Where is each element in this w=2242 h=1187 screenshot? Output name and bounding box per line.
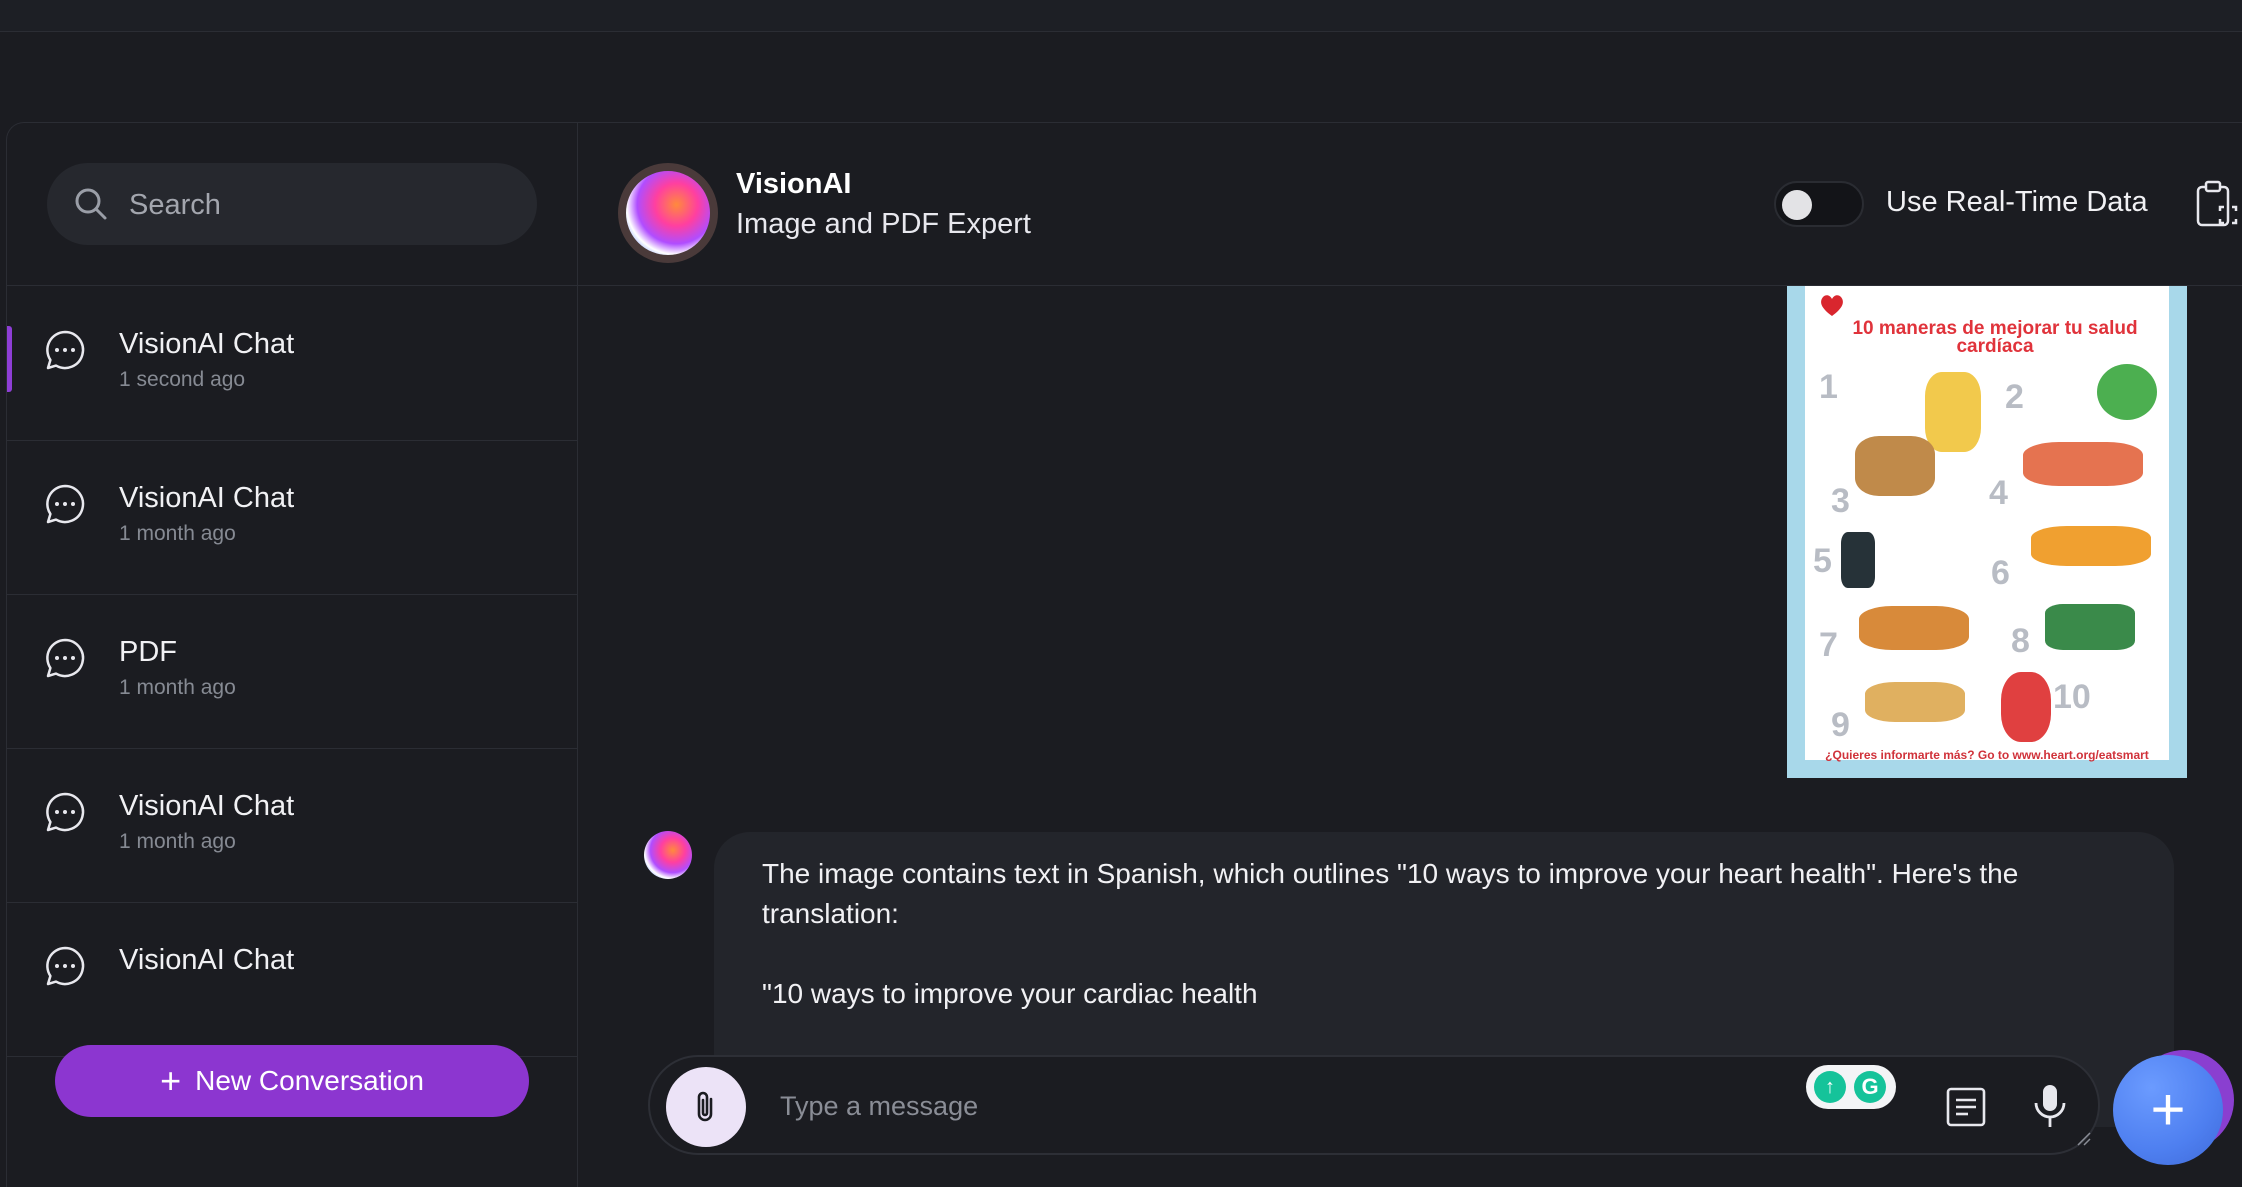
message-text: The image contains text in Spanish, whic… <box>762 858 2019 1009</box>
poster-illustration <box>1841 532 1875 588</box>
poster-illustration <box>2031 526 2151 566</box>
uploaded-image[interactable]: 10 maneras de mejorar tu salud cardíaca … <box>1787 286 2187 778</box>
conversation-item[interactable]: PDF 1 month ago <box>7 594 577 749</box>
search-input[interactable] <box>127 163 521 247</box>
plus-icon: + <box>160 1060 182 1101</box>
plus-icon: + <box>2150 1076 2186 1143</box>
chat-header: VisionAI Image and PDF Expert Use Real-T… <box>578 123 2242 286</box>
poster-illustration <box>1865 682 1965 722</box>
grammarly-widget[interactable]: ↑ G <box>1806 1065 1896 1109</box>
chat-bubble-icon <box>46 638 85 678</box>
chat-bubble-icon <box>46 330 85 370</box>
poster-number: 2 <box>2005 378 2024 416</box>
poster-number: 9 <box>1831 706 1850 744</box>
search-icon <box>75 188 107 220</box>
new-conversation-label: New Conversation <box>195 1065 424 1096</box>
chat-bubble-icon <box>46 484 85 524</box>
conversation-item[interactable]: VisionAI Chat 1 second ago <box>7 286 577 441</box>
assistant-avatar <box>644 831 692 879</box>
grammarly-logo-icon[interactable]: G <box>1854 1071 1886 1103</box>
toggle-knob <box>1782 190 1812 220</box>
chat-bubble-icon <box>46 946 85 986</box>
conversation-title: VisionAI Chat <box>119 944 295 976</box>
realtime-data-label: Use Real-Time Data <box>1886 186 2148 218</box>
conversation-item[interactable]: VisionAI Chat 1 month ago <box>7 748 577 903</box>
conversation-list[interactable]: VisionAI Chat 1 second ago VisionAI Chat… <box>7 286 577 1081</box>
poster-illustration <box>2023 442 2143 486</box>
poster-number: 3 <box>1831 482 1850 520</box>
poster-illustration <box>2097 364 2157 420</box>
poster-number: 8 <box>2011 622 2030 660</box>
conversation-title: PDF <box>119 636 177 668</box>
conversation-time: 1 month ago <box>119 676 236 699</box>
poster-illustration <box>1859 606 1969 650</box>
clipboard-scan-icon[interactable] <box>2194 179 2238 229</box>
message-input[interactable] <box>778 1057 1782 1155</box>
poster-number: 1 <box>1819 368 1838 406</box>
window-top-bar <box>0 0 2242 32</box>
grammarly-suggest-icon[interactable]: ↑ <box>1814 1071 1846 1103</box>
floating-add-button[interactable]: + <box>2113 1055 2223 1165</box>
chat-panel: VisionAI Image and PDF Expert Use Real-T… <box>578 123 2242 1187</box>
attach-button[interactable] <box>666 1067 746 1147</box>
document-icon[interactable] <box>1944 1085 1988 1129</box>
conversation-title: VisionAI Chat <box>119 790 295 822</box>
poster-number: 5 <box>1813 542 1832 580</box>
search-box[interactable] <box>47 163 537 247</box>
conversation-title: VisionAI Chat <box>119 328 295 360</box>
message-composer: ↑ G <box>648 1055 2100 1155</box>
conversation-title: VisionAI Chat <box>119 482 295 514</box>
poster-number: 6 <box>1991 554 2010 592</box>
microphone-icon[interactable] <box>2028 1081 2072 1131</box>
poster-number: 7 <box>1819 626 1838 664</box>
poster-number: 10 <box>2053 678 2091 716</box>
poster-illustration <box>1855 436 1935 496</box>
poster-title: 10 maneras de mejorar tu salud cardíaca <box>1852 318 2138 357</box>
bot-avatar <box>618 163 718 263</box>
poster-illustration <box>2001 672 2051 742</box>
conversation-time: 1 month ago <box>119 830 236 853</box>
paperclip-icon <box>697 1091 713 1122</box>
heart-logo-icon <box>1821 295 1843 316</box>
conversation-time: 1 second ago <box>119 368 246 391</box>
realtime-data-toggle[interactable] <box>1774 181 1864 227</box>
conversation-item[interactable]: VisionAI Chat 1 month ago <box>7 440 577 595</box>
resize-handle-icon[interactable] <box>2076 1131 2092 1147</box>
poster-illustration <box>2045 604 2135 650</box>
conversation-item[interactable]: VisionAI Chat <box>7 902 577 1057</box>
poster-number: 4 <box>1989 474 2008 512</box>
app-container: VisionAI Chat 1 second ago VisionAI Chat… <box>6 122 2242 1187</box>
chat-bubble-icon <box>46 792 85 832</box>
poster-illustration <box>1925 372 1981 452</box>
poster-footer: ¿Quieres informarte más? Go to www.heart… <box>1825 748 2149 762</box>
conversation-time: 1 month ago <box>119 522 236 545</box>
sidebar: VisionAI Chat 1 second ago VisionAI Chat… <box>7 123 578 1187</box>
message-list[interactable]: 10 maneras de mejorar tu salud cardíaca … <box>578 286 2242 1127</box>
new-conversation-button[interactable]: + New Conversation <box>55 1045 529 1117</box>
poster-card: 10 maneras de mejorar tu salud cardíaca … <box>1805 286 2169 760</box>
bot-subtitle: Image and PDF Expert <box>736 208 1031 240</box>
bot-name: VisionAI <box>736 168 852 200</box>
